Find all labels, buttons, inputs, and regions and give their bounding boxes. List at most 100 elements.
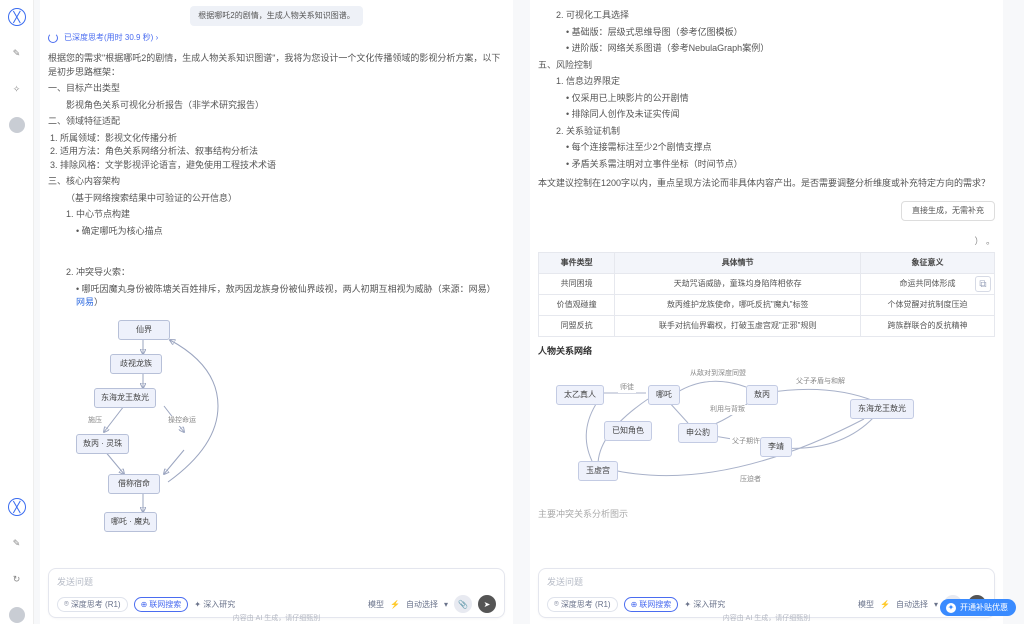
s2-item: 所属领域：影视文化传播分析	[60, 132, 505, 146]
avatar-icon[interactable]	[8, 116, 26, 134]
footer-note: 内容由 AI 生成，请仔细甄别	[40, 613, 513, 623]
chip-search[interactable]: ⊕ 联网搜索	[624, 597, 679, 612]
model-label[interactable]: 模型	[368, 599, 384, 610]
flow-node: 敖丙 · 灵珠	[76, 434, 129, 454]
avatar-icon-2[interactable]	[8, 606, 26, 624]
edge-label: 操控命运	[166, 416, 198, 427]
graph-node: 已知角色	[604, 421, 652, 441]
graph-footer: 主要冲突关系分析图示	[538, 508, 995, 522]
conclusion: 本文建议控制在1200字以内，重点呈现方法论而非具体内容产出。是否需要调整分析维…	[538, 177, 995, 191]
s5-g1: 1. 信息边界限定	[538, 75, 995, 89]
s5-g2-item: • 每个连接需标注至少2个剧情支撑点	[538, 141, 995, 155]
s5-g2: 2. 关系验证机制	[538, 125, 995, 139]
attach-button[interactable]: 📎	[454, 595, 472, 613]
graph-node: 哪吒	[648, 385, 680, 405]
graph-node: 东海龙王敖光	[850, 399, 914, 419]
s3-item1: 1. 中心节点构建	[48, 208, 505, 222]
r-line: • 进阶版：网络关系图谱（参考NebulaGraph案例）	[538, 42, 995, 56]
s3-sub2: • 哪吒因魔丸身份被陈塘关百姓排斥，敖丙因龙族身份被仙界歧视，两人初期互相视为威…	[48, 283, 505, 310]
table-row: 价值观碰撞敖丙维护龙族使命，哪吒反抗"魔丸"标签个体觉醒对抗制度压迫	[539, 295, 995, 316]
s1-title: 一、目标产出类型	[48, 82, 505, 96]
composer-right[interactable]: 发送问题 ⌾ 深度思考 (R1) ⊕ 联网搜索 ✦ 深入研究 模型 ⚡ 自动选择…	[538, 568, 995, 618]
flow-diagram: 仙界 歧视龙族 东海龙王敖光 施压 操控命运 敖丙 · 灵珠 借称宿命 哪吒 ·…	[48, 316, 505, 546]
relation-table: 事件类型 具体情节 象征意义 共同困境天劫咒语威胁，童珠均身陷阵相依存命运共同体…	[538, 252, 995, 337]
graph-title: 人物关系网络	[538, 345, 995, 359]
app-sidebar: ✎ ✧ ✎ ↻	[0, 0, 34, 624]
right-chat: 2. 可视化工具选择 • 基础版：层级式思维导图（参考亿图模板） • 进阶版：网…	[538, 6, 995, 564]
flow-node: 歧视龙族	[110, 354, 162, 374]
r-line: • 基础版：层级式思维导图（参考亿图模板）	[538, 26, 995, 40]
s5-g1-item: • 仅采用已上映影片的公开剧情	[538, 92, 995, 106]
graph-edge-label: 师徒	[618, 383, 636, 394]
compose-icon[interactable]: ✎	[8, 44, 26, 62]
left-chat: 根据哪吒2的剧情，生成人物关系知识图谱。 已深度思考(用时 30.9 秒) › …	[48, 6, 505, 564]
spinner-icon	[48, 33, 58, 43]
flow-node: 借称宿命	[108, 474, 160, 494]
intro-text: 根据您的需求"根据哪吒2的剧情，生成人物关系知识图谱"，我将为您设计一个文化传播…	[48, 52, 505, 79]
s5-title: 五、风险控制	[538, 59, 995, 73]
s3-item2: 2. 冲突导火索：	[48, 266, 505, 280]
compose-icon-2[interactable]: ✎	[8, 534, 26, 552]
flow-node: 哪吒 · 魔丸	[104, 512, 157, 532]
th: 象征意义	[861, 253, 995, 274]
bracket-tail: ） 。	[538, 235, 995, 249]
thinking-label: 已深度思考(用时 30.9 秒) ›	[64, 32, 158, 44]
s2-item: 排除风格：文学影视评论语言，避免使用工程技术术语	[60, 159, 505, 173]
s2-title: 二、领域特征适配	[48, 115, 505, 129]
thinking-indicator[interactable]: 已深度思考(用时 30.9 秒) ›	[48, 32, 505, 44]
left-panel: 根据哪吒2的剧情，生成人物关系知识图谱。 已深度思考(用时 30.9 秒) › …	[40, 0, 513, 624]
model-label[interactable]: 模型	[858, 599, 874, 610]
graph-edge-label: 父子矛盾与和解	[794, 377, 847, 388]
composer-placeholder: 发送问题	[57, 575, 496, 588]
copy-icon[interactable]: ⧉	[975, 276, 991, 292]
flow-node: 东海龙王敖光	[94, 388, 156, 408]
logo-icon	[8, 8, 26, 26]
logo-icon-2	[8, 498, 26, 516]
th: 事件类型	[539, 253, 615, 274]
composer-left[interactable]: 发送问题 ⌾ 深度思考 (R1) ⊕ 联网搜索 ✦ 深入研究 模型 ⚡ 自动选择…	[48, 568, 505, 618]
s2-item: 适用方法：角色关系网络分析法、叙事结构分析法	[60, 145, 505, 159]
auto-select[interactable]: 自动选择	[406, 599, 438, 610]
graph-edge-label: 父子期许	[730, 437, 762, 448]
graph-node: 敖丙	[746, 385, 778, 405]
edge-label: 施压	[86, 416, 104, 427]
relation-graph: 太乙真人 师徒 哪吒 从敌对到深度同盟 敖丙 父子矛盾与和解 东海龙王敖光 利用…	[538, 365, 995, 505]
right-panel: 2. 可视化工具选择 • 基础版：层级式思维导图（参考亿图模板） • 进阶版：网…	[530, 0, 1003, 624]
auto-select[interactable]: 自动选择	[896, 599, 928, 610]
flow-node: 仙界	[118, 320, 170, 340]
chip-deep[interactable]: ✦ 深入研究	[684, 599, 725, 610]
r-line: 2. 可视化工具选择	[538, 9, 995, 23]
table-row: 同盟反抗联手对抗仙界霸权，打破玉虚宫观"正邪"规则跨族群联合的反抗精神	[539, 316, 995, 337]
s5-g2-item: • 矛盾关系需注明对立事件坐标（时间节点）	[538, 158, 995, 172]
promo-icon: ✦	[946, 603, 956, 613]
graph-edge-label: 压迫者	[738, 475, 763, 486]
chip-think[interactable]: ⌾ 深度思考 (R1)	[57, 597, 128, 612]
send-button[interactable]: ➤	[478, 595, 496, 613]
lightning-icon: ⚡	[880, 600, 890, 609]
s5-g1-item: • 排除同人创作及未证实传闻	[538, 108, 995, 122]
graph-node: 李靖	[760, 437, 792, 457]
graph-edge-label: 利用与背叛	[708, 405, 747, 416]
source-link[interactable]: 网易	[76, 297, 94, 307]
chip-deep[interactable]: ✦ 深入研究	[194, 599, 235, 610]
s3-title: 三、核心内容架构	[48, 175, 505, 189]
star-icon[interactable]: ✧	[8, 80, 26, 98]
graph-edge-label: 从敌对到深度同盟	[688, 369, 748, 380]
table-row: 共同困境天劫咒语威胁，童珠均身陷阵相依存命运共同体形成	[539, 274, 995, 295]
th: 具体情节	[615, 253, 861, 274]
refresh-icon[interactable]: ↻	[8, 570, 26, 588]
s3-sub1: • 确定哪吒为核心描点	[48, 225, 505, 239]
chip-think[interactable]: ⌾ 深度思考 (R1)	[547, 597, 618, 612]
lightning-icon: ⚡	[390, 600, 400, 609]
chip-search[interactable]: ⊕ 联网搜索	[134, 597, 189, 612]
promo-chip[interactable]: ✦ 开通补贴优惠	[940, 599, 1016, 616]
s3-note: （基于网络搜索结果中可验证的公开信息）	[48, 192, 505, 206]
footer-note: 内容由 AI 生成，请仔细甄别	[530, 613, 1003, 623]
graph-node: 太乙真人	[556, 385, 604, 405]
s1-body: 影视角色关系可视化分析报告（非学术研究报告）	[48, 99, 505, 113]
composer-placeholder: 发送问题	[547, 575, 986, 588]
user-bubble: 根据哪吒2的剧情，生成人物关系知识图谱。	[190, 6, 362, 26]
promo-label: 开通补贴优惠	[960, 602, 1008, 613]
confirm-button[interactable]: 直接生成，无需补充	[901, 201, 995, 221]
graph-node: 申公豹	[678, 423, 718, 443]
